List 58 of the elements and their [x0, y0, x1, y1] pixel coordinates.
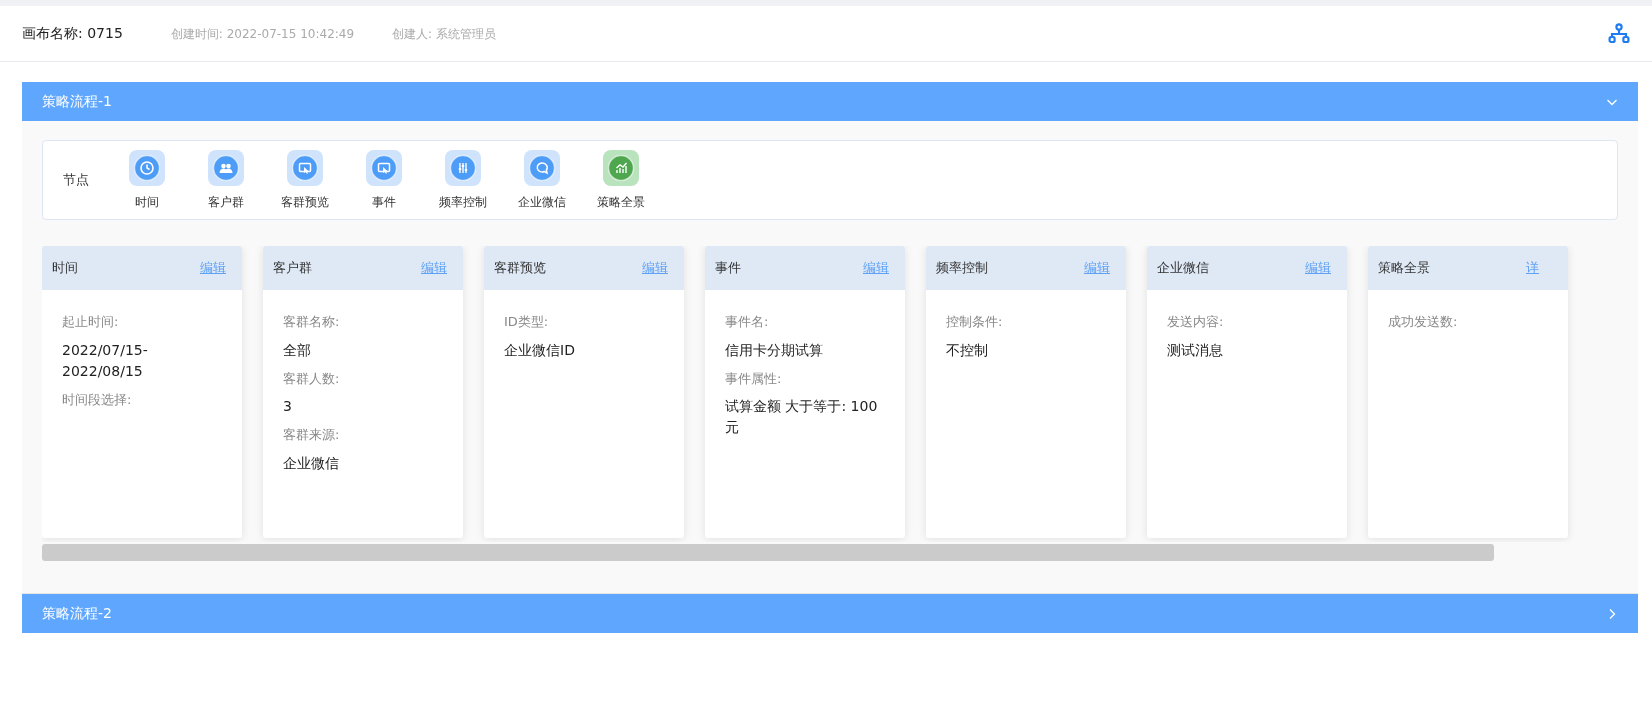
node-name[interactable]: 客群预览 [280, 193, 329, 211]
node-name[interactable]: 事件 [371, 193, 396, 211]
field-label: 事件属性: [725, 369, 783, 388]
field-value: 企业微信ID [504, 340, 576, 360]
node-name[interactable]: 企业微信 [517, 193, 566, 211]
field-label: 控制条件: [946, 313, 1004, 331]
people-icon[interactable] [206, 149, 245, 187]
field-value: 3 [283, 397, 293, 416]
edit-link[interactable]: 编辑 [1305, 258, 1333, 278]
clock-icon[interactable] [127, 149, 166, 187]
scrollbar-thumb[interactable] [42, 544, 1494, 561]
creator: 创建人: 系统管理员 [392, 25, 496, 43]
field-label: 事件名: [725, 313, 770, 331]
chart-icon[interactable] [601, 149, 640, 187]
screen-pointer-icon[interactable] [364, 149, 403, 187]
panel-header[interactable]: 策略流程-1 [22, 82, 1638, 121]
node-name[interactable]: 时间 [134, 193, 159, 211]
panel-title: 策略流程-1 [42, 92, 112, 111]
panel-title: 策略流程-2 [42, 604, 112, 623]
field-label: 发送内容: [1167, 313, 1225, 331]
edit-link[interactable]: 编辑 [642, 258, 670, 278]
card-title: 时间 [52, 259, 78, 278]
field-label: 客群来源: [283, 426, 341, 444]
card-title: 策略全景 [1378, 259, 1430, 278]
card-title: 客户群 [273, 259, 312, 278]
field-value: 测试消息 [1167, 340, 1224, 360]
panel-header[interactable]: 策略流程-2 [22, 594, 1638, 633]
created-time: 创建时间: 2022-07-15 10:42:49 [170, 25, 355, 43]
field-value: 试算金额 大于等于: 100元 [725, 397, 879, 437]
edit-link[interactable]: 编辑 [421, 258, 449, 278]
card-title: 事件 [715, 259, 741, 278]
field-label: 客群名称: [283, 313, 341, 331]
field-label: 客群人数: [283, 369, 341, 388]
field-value: 2022/07/15-2022/08/15 [62, 340, 149, 381]
canvas-name: 画布名称: 0715 [22, 24, 123, 43]
field-label: 时间段选择: [62, 390, 133, 409]
sliders-icon[interactable] [443, 149, 482, 187]
hierarchy-icon[interactable] [1608, 22, 1630, 45]
card-title: 企业微信 [1157, 259, 1209, 278]
field-label: ID类型: [504, 313, 550, 331]
node-name[interactable]: 策略全景 [596, 193, 645, 211]
edit-link[interactable]: 编辑 [200, 258, 228, 278]
field-label: 成功发送数: [1388, 313, 1459, 331]
chat-bubble-icon[interactable] [522, 149, 561, 187]
field-value: 不控制 [946, 340, 989, 360]
edit-link[interactable]: 编辑 [863, 258, 891, 278]
node-name[interactable]: 频率控制 [438, 193, 487, 211]
card-title: 频率控制 [936, 259, 988, 278]
edit-link[interactable]: 详 [1526, 258, 1554, 278]
screen-pointer-icon[interactable] [285, 149, 324, 187]
field-value: 全部 [283, 340, 312, 360]
field-label: 起止时间: [62, 313, 120, 331]
field-value: 信用卡分期试算 [725, 340, 824, 360]
node-label: 节点 [63, 171, 89, 190]
node-name[interactable]: 客户群 [207, 193, 244, 211]
field-value: 企业微信 [283, 453, 340, 473]
edit-link[interactable]: 编辑 [1084, 258, 1112, 278]
card-title: 客群预览 [494, 259, 546, 278]
